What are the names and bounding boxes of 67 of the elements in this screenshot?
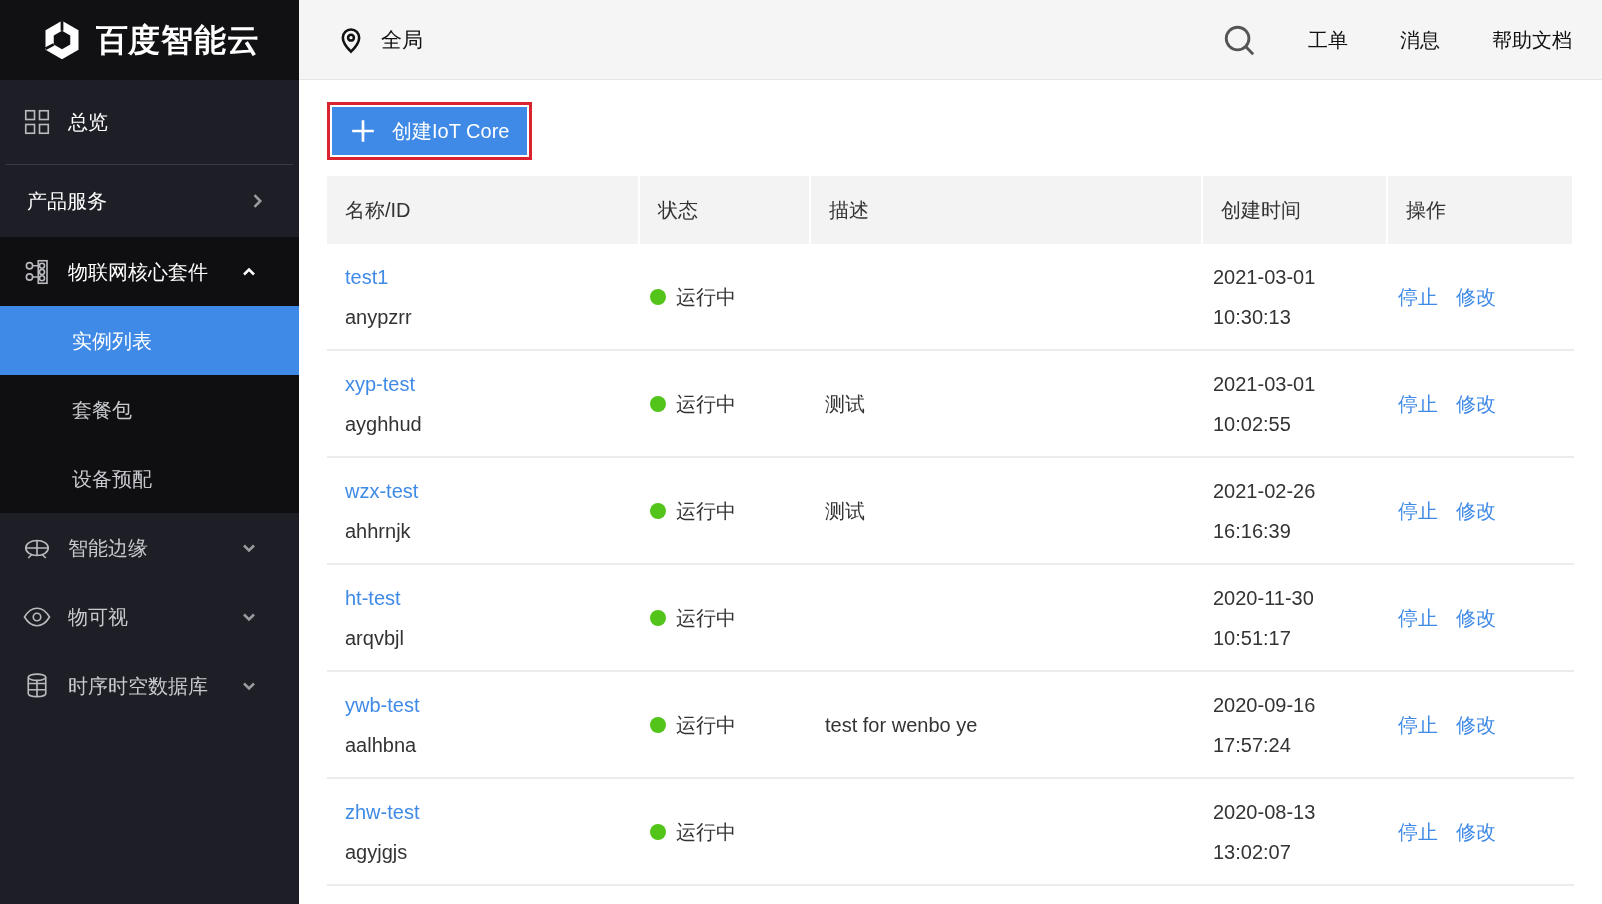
instance-link[interactable]: ht-test <box>345 582 401 613</box>
header-link[interactable]: 帮助文档 <box>1492 24 1572 55</box>
region-selector[interactable]: 全局 <box>381 23 423 56</box>
created-date: 2021-03-01 <box>1213 264 1317 290</box>
created-time: 13:02:07 <box>1213 839 1292 865</box>
column-header: 描述 <box>811 176 1203 244</box>
grid-icon <box>22 107 52 137</box>
action-link[interactable]: 停止 <box>1398 495 1438 526</box>
nav-subitem[interactable]: 设备预配 <box>0 444 299 513</box>
created-date: 2020-08-13 <box>1213 799 1317 825</box>
created-date: 2021-02-26 <box>1213 478 1317 504</box>
description-text: test for wenbo ye <box>825 712 978 738</box>
nav-group[interactable]: 时序时空数据库 <box>0 651 299 720</box>
status-text: 运行中 <box>676 712 736 738</box>
action-link[interactable]: 修改 <box>1456 388 1496 419</box>
nav-subitem[interactable]: 实例列表 <box>0 306 299 375</box>
status-text: 运行中 <box>676 498 736 524</box>
column-header: 操作 <box>1388 176 1574 244</box>
nav-group[interactable]: 物联网核心套件 <box>0 237 299 306</box>
created-time: 10:51:17 <box>1213 625 1292 651</box>
action-link[interactable]: 停止 <box>1398 816 1438 847</box>
created-date: 2020-11-30 <box>1213 585 1315 611</box>
header-link[interactable]: 工单 <box>1308 24 1348 55</box>
instance-id: arqvbjl <box>345 625 404 651</box>
instance-link[interactable]: zhw-test <box>345 796 420 827</box>
created-time: 16:16:39 <box>1213 518 1292 544</box>
description-text: 测试 <box>825 391 865 417</box>
action-link[interactable]: 修改 <box>1456 281 1496 312</box>
instance-id: anypzrr <box>345 304 412 330</box>
status-text: 运行中 <box>676 284 736 310</box>
created-time: 10:30:13 <box>1213 304 1292 330</box>
action-link[interactable]: 修改 <box>1456 816 1496 847</box>
action-link[interactable]: 停止 <box>1398 388 1438 419</box>
action-link[interactable]: 修改 <box>1456 602 1496 633</box>
nav-item[interactable]: 总览 <box>6 80 293 165</box>
nav-section[interactable]: 产品服务 <box>0 165 299 237</box>
nav-subitem[interactable]: 套餐包 <box>0 375 299 444</box>
action-link[interactable]: 修改 <box>1456 495 1496 526</box>
created-time: 17:57:24 <box>1213 732 1292 758</box>
instance-id: ahhrnjk <box>345 518 411 544</box>
header-link[interactable]: 消息 <box>1400 24 1440 55</box>
created-date: 2020-09-16 <box>1213 692 1317 718</box>
status-text: 运行中 <box>676 391 736 417</box>
create-button[interactable]: 创建IoT Core <box>332 107 528 155</box>
created-time: 10:02:55 <box>1213 411 1292 437</box>
column-header: 状态 <box>640 176 811 244</box>
instance-id: aalhbna <box>345 732 417 758</box>
instance-link[interactable]: xyp-test <box>345 368 416 399</box>
action-link[interactable]: 停止 <box>1398 602 1438 633</box>
created-date: 2021-03-01 <box>1213 371 1317 397</box>
action-link[interactable]: 停止 <box>1398 281 1438 312</box>
column-header: 创建时间 <box>1203 176 1388 244</box>
action-link[interactable]: 修改 <box>1456 709 1496 740</box>
instance-link[interactable]: test1 <box>345 261 389 292</box>
nav-group[interactable]: 物可视 <box>0 582 299 651</box>
column-header: 名称/ID <box>327 176 640 244</box>
instance-id: agyjgjs <box>345 839 408 865</box>
instance-link[interactable]: ywb-test <box>345 689 420 720</box>
plus-icon <box>350 118 376 144</box>
instance-id: ayghhud <box>345 411 422 437</box>
action-link[interactable]: 停止 <box>1398 709 1438 740</box>
brand-name: 百度智能云 <box>95 21 260 60</box>
status-text: 运行中 <box>676 819 736 845</box>
nav-group[interactable]: 智能边缘 <box>0 513 299 582</box>
description-text: 测试 <box>825 498 865 524</box>
instance-link[interactable]: wzx-test <box>345 475 419 506</box>
status-text: 运行中 <box>676 605 736 631</box>
